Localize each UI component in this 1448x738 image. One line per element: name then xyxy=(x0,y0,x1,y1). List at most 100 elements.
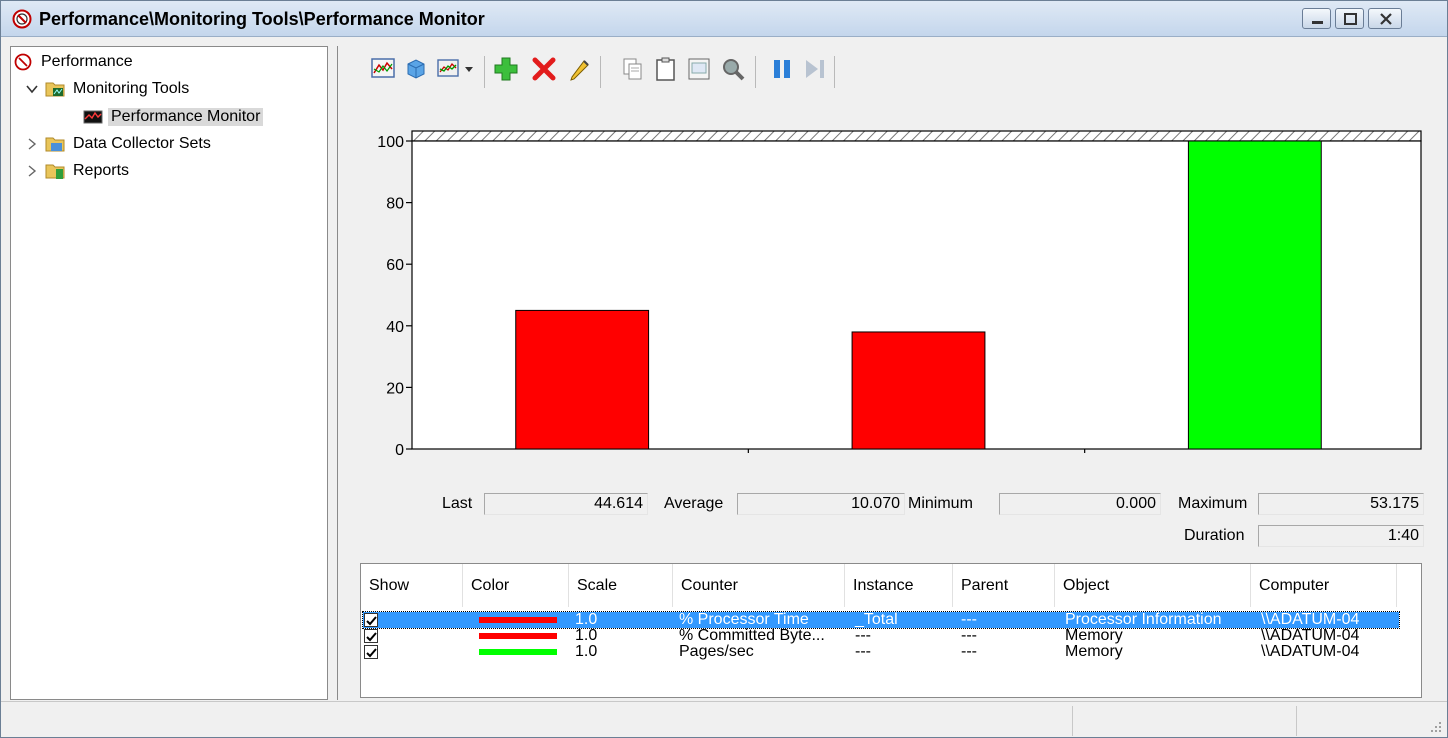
performance-monitor-window: Performance\Monitoring Tools\Performance… xyxy=(0,0,1448,738)
tree-item-data-collector-sets[interactable]: Data Collector Sets xyxy=(25,133,214,155)
performance-icon xyxy=(12,9,32,29)
checkmark-icon xyxy=(366,632,377,642)
maximize-button[interactable] xyxy=(1335,8,1364,29)
view-log-data-icon xyxy=(407,59,425,79)
chevron-right-icon[interactable] xyxy=(25,164,39,178)
computer-cell: \\ADATUM-04 xyxy=(1261,643,1360,660)
highlight-icon xyxy=(570,60,589,81)
graph-type-dropdown[interactable] xyxy=(462,57,476,81)
resize-grip-icon[interactable] xyxy=(1429,720,1443,734)
table-row[interactable]: 1.0 % Processor Time _Total --- Processo… xyxy=(362,611,1400,629)
toolbar-separator xyxy=(484,56,485,88)
last-label: Last xyxy=(442,495,473,512)
column-header-parent[interactable]: Parent xyxy=(953,564,1055,607)
color-swatch xyxy=(479,617,557,623)
column-header-show[interactable]: Show xyxy=(361,564,463,607)
object-cell: Memory xyxy=(1065,643,1123,660)
chevron-down-icon xyxy=(465,67,473,72)
status-bar xyxy=(1,701,1447,737)
update-data-icon xyxy=(806,60,824,78)
view-log-data-button[interactable] xyxy=(404,57,428,81)
scale-cell: 1.0 xyxy=(575,643,598,660)
title-bar: Performance\Monitoring Tools\Performance… xyxy=(1,1,1447,37)
paste-counter-list-button[interactable] xyxy=(654,57,678,81)
tree-item-reports[interactable]: Reports xyxy=(25,160,132,182)
color-swatch xyxy=(479,633,557,639)
counter-list[interactable]: Show Color Scale Counter Instance Parent… xyxy=(360,563,1422,698)
close-button[interactable] xyxy=(1368,8,1402,29)
zoom-icon xyxy=(723,59,745,81)
add-counter-button[interactable] xyxy=(494,57,518,81)
properties-icon xyxy=(688,58,710,80)
average-label: Average xyxy=(664,495,724,512)
maximum-value: 53.175 xyxy=(1258,493,1424,515)
show-checkbox[interactable] xyxy=(364,645,378,659)
minimum-label: Minimum xyxy=(908,495,973,512)
column-header-color[interactable]: Color xyxy=(463,564,569,607)
view-current-activity-icon xyxy=(371,58,395,78)
column-header-counter[interactable]: Counter xyxy=(673,564,845,607)
tree-item-label: Data Collector Sets xyxy=(73,135,211,152)
performance-monitor-pane: 100 80 60 40 20 0 % Processor Time: 45 % Commi… xyxy=(337,46,1441,700)
column-header-object[interactable]: Object xyxy=(1055,564,1251,607)
tree-item-performance[interactable]: Performance xyxy=(13,51,136,73)
last-value: 44.614 xyxy=(484,493,648,515)
properties-button[interactable] xyxy=(687,57,711,81)
histogram-bar: Pages/sec: 100 xyxy=(1187,140,1322,450)
monitoring-tools-folder-icon xyxy=(45,82,65,97)
add-counter-icon xyxy=(494,57,518,81)
tree-item-label: Performance xyxy=(41,53,133,70)
tree-item-monitoring-tools[interactable]: Monitoring Tools xyxy=(25,78,192,100)
toolbar-separator xyxy=(600,56,601,88)
data-collector-sets-folder-icon xyxy=(45,137,65,152)
status-bar-separator xyxy=(1072,706,1073,736)
status-bar-separator xyxy=(1296,706,1297,736)
zoom-button[interactable] xyxy=(721,57,745,81)
tree-item-performance-monitor[interactable]: Performance Monitor xyxy=(83,106,264,128)
counter-cell: Pages/sec xyxy=(679,643,754,660)
toolbar xyxy=(338,46,1442,102)
y-axis: 100 80 60 40 20 0 xyxy=(377,134,412,459)
histogram-chart: 100 80 60 40 20 0 % Processor Time: 45 % Commi… xyxy=(346,106,1440,466)
y-tick-label: 80 xyxy=(386,196,404,213)
y-tick-label: 20 xyxy=(386,380,404,397)
y-tick-label: 100 xyxy=(377,134,404,151)
instance-cell: --- xyxy=(855,643,871,660)
column-header-scale[interactable]: Scale xyxy=(569,564,673,607)
table-row[interactable]: 1.0 % Committed Byte... --- --- Memory \… xyxy=(363,627,1399,644)
column-header-instance[interactable]: Instance xyxy=(845,564,953,607)
view-current-activity-button[interactable] xyxy=(371,57,395,81)
plot-overflow-band xyxy=(411,130,1422,142)
minimum-value: 0.000 xyxy=(999,493,1161,515)
tree-item-label: Performance Monitor xyxy=(108,108,264,126)
color-swatch xyxy=(479,649,557,655)
checkmark-icon xyxy=(366,648,377,658)
show-checkbox[interactable] xyxy=(364,629,378,643)
show-checkbox[interactable] xyxy=(364,613,378,627)
chevron-down-icon[interactable] xyxy=(25,82,39,96)
window-title: Performance\Monitoring Tools\Performance… xyxy=(39,9,485,29)
y-tick-label: 40 xyxy=(386,319,404,336)
performance-monitor-icon xyxy=(83,110,103,124)
tree-item-label: Reports xyxy=(73,162,130,179)
histogram-bar: % Committed Bytes In Use: 38 xyxy=(851,331,986,450)
freeze-display-button[interactable] xyxy=(770,57,794,81)
checkmark-icon xyxy=(366,616,377,626)
paste-counter-list-icon xyxy=(656,57,675,81)
chevron-right-icon[interactable] xyxy=(25,137,39,151)
chart-canvas: 100 80 60 40 20 0 % Processor Time: 45 % Commi… xyxy=(377,130,1422,459)
reports-folder-icon xyxy=(45,164,65,179)
maximum-label: Maximum xyxy=(1178,495,1248,512)
column-header-computer[interactable]: Computer xyxy=(1251,564,1397,607)
update-data-button[interactable] xyxy=(803,57,827,81)
table-row[interactable]: 1.0 Pages/sec --- --- Memory \\ADATUM-04 xyxy=(363,643,1399,660)
average-value: 10.070 xyxy=(737,493,905,515)
maximize-icon xyxy=(1344,13,1357,25)
delete-counter-icon xyxy=(532,57,556,81)
minimize-button[interactable] xyxy=(1302,8,1331,29)
highlight-button[interactable] xyxy=(567,57,591,81)
delete-counter-button[interactable] xyxy=(532,57,556,81)
copy-properties-button[interactable] xyxy=(621,57,645,81)
y-tick-label: 0 xyxy=(395,442,404,459)
change-graph-type-button[interactable] xyxy=(437,57,461,81)
